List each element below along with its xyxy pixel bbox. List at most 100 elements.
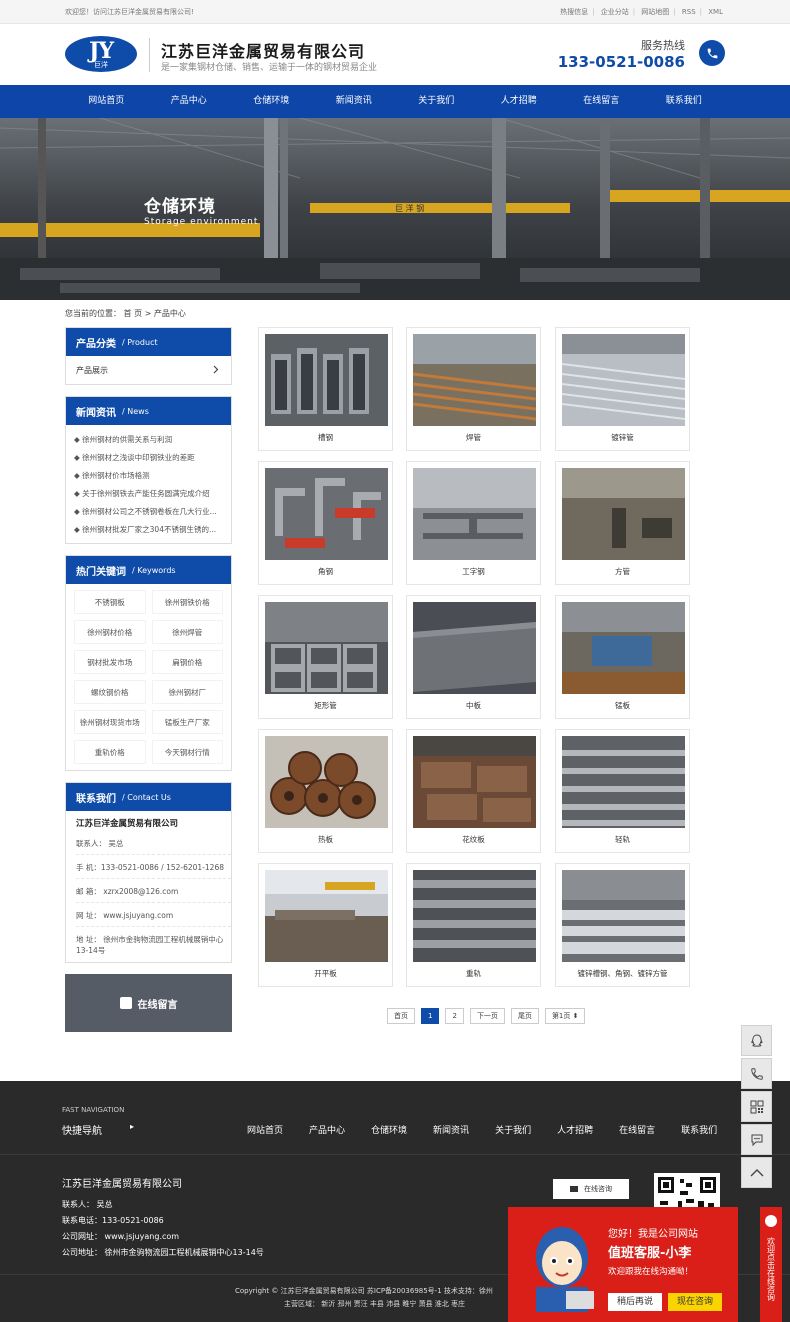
footer-nav-warehouse[interactable]: 仓储环境 [371, 1123, 407, 1136]
keyword-link[interactable]: 徐州钢材现货市场 [74, 710, 146, 734]
phone-icon[interactable] [699, 40, 725, 66]
product-card[interactable]: 重轨 [406, 863, 541, 987]
keywords-title: 热门关键词 [76, 566, 126, 578]
news-item[interactable]: ◆ 徐州钢材批发厂家之304不锈钢生锈的... [74, 521, 231, 539]
contact-box: 联系我们 / Contact Us 江苏巨洋金属贸易有限公司 联系人： 吴总 手… [65, 782, 232, 963]
keyword-link[interactable]: 扁钢价格 [151, 650, 223, 674]
product-card[interactable]: 花纹板 [406, 729, 541, 853]
qq-icon[interactable] [741, 1025, 772, 1056]
keyword-link[interactable]: 徐州焊管 [151, 620, 223, 644]
product-name: 锰板 [615, 701, 630, 710]
product-name: 角钢 [318, 567, 333, 576]
chat-later-button[interactable]: 稍后再说 [608, 1293, 662, 1311]
footer-address: 公司地址： 徐州市金驹物流园工程机械展销中心13-14号 [62, 1248, 264, 1257]
pager-page-2[interactable]: 2 [445, 1008, 464, 1024]
footer-nav-about[interactable]: 关于我们 [495, 1123, 531, 1136]
product-name: 矩形管 [314, 701, 337, 710]
product-name: 重轨 [466, 969, 481, 978]
message-bubble-icon[interactable] [741, 1124, 772, 1155]
top-link-rss[interactable]: RSS [682, 8, 696, 16]
nav-message[interactable]: 在线留言 [560, 85, 643, 118]
chat-icon [765, 1215, 777, 1227]
top-link-xml[interactable]: XML [708, 8, 723, 16]
footer-nav-news[interactable]: 新闻资讯 [433, 1123, 469, 1136]
keyword-link[interactable]: 今天钢材行情 [151, 740, 223, 764]
nav-products[interactable]: 产品中心 [148, 85, 231, 118]
product-card[interactable]: 方管 [555, 461, 690, 585]
nav-warehouse[interactable]: 仓储环境 [230, 85, 313, 118]
keyword-link[interactable]: 锰板生产厂家 [151, 710, 223, 734]
product-card[interactable]: 工字钢 [406, 461, 541, 585]
pager-first[interactable]: 首页 [387, 1008, 415, 1024]
news-item[interactable]: ◆ 徐州钢材价市场格测 [74, 467, 231, 485]
nav-jobs[interactable]: 人才招聘 [478, 85, 561, 118]
footer-consult-button[interactable]: 在线咨询 [553, 1179, 629, 1199]
keyword-link[interactable]: 螺纹钢价格 [74, 680, 146, 704]
footer-consult-label: 在线咨询 [584, 1185, 612, 1193]
pager-select[interactable]: 第1页 ⬍ [544, 1008, 586, 1024]
nav-home[interactable]: 网站首页 [65, 85, 148, 118]
footer-company: 江苏巨洋金属贸易有限公司 [62, 1179, 182, 1190]
product-card[interactable]: 焊管 [406, 327, 541, 451]
news-item[interactable]: ◆ 徐州钢材公司之不锈钢卷板在几大行业... [74, 503, 231, 521]
keyword-link[interactable]: 徐州钢材价格 [74, 620, 146, 644]
product-card[interactable]: 锰板 [555, 595, 690, 719]
product-name: 镀锌槽钢、角钢、镀锌方管 [577, 969, 668, 978]
keyword-link[interactable]: 不锈钢板 [74, 590, 146, 614]
product-card[interactable]: 角钢 [258, 461, 393, 585]
keywords-grid: 不锈钢板 徐州钢铁价格 徐州钢材价格 徐州焊管 钢材批发市场 扁钢价格 螺纹钢价… [66, 584, 231, 770]
top-link-hot[interactable]: 热搜信息 [560, 8, 588, 16]
product-category-item[interactable]: 产品展示 [66, 356, 231, 384]
news-item[interactable]: ◆ 关于徐州钢铁去产能任务圆满完成介绍 [74, 485, 231, 503]
footer-phone: 联系电话：133-0521-0086 [62, 1216, 164, 1225]
product-card[interactable]: 镀锌管 [555, 327, 690, 451]
chat-welcome: 欢迎跟我在线沟通呦！ [608, 1267, 694, 1277]
leveled-plate-image [265, 870, 388, 962]
footer-nav-contact[interactable]: 联系我们 [681, 1123, 717, 1136]
pager-last[interactable]: 尾页 [510, 1008, 539, 1024]
footer-nav-home[interactable]: 网站首页 [247, 1123, 283, 1136]
footer-nav-jobs[interactable]: 人才招聘 [557, 1123, 593, 1136]
galvanized-sections-image [562, 870, 685, 962]
news-item[interactable]: ◆ 徐州钢材的供需关系与利润 [74, 431, 231, 449]
online-message-banner[interactable]: 在线留言 [65, 974, 232, 1032]
logo-sub: 巨洋 [94, 61, 108, 69]
pager-page-1[interactable]: 1 [421, 1008, 440, 1024]
product-card[interactable]: 矩形管 [258, 595, 393, 719]
footer-nav-products[interactable]: 产品中心 [309, 1123, 345, 1136]
product-card[interactable]: 轻轨 [555, 729, 690, 853]
hot-coil-image [265, 736, 388, 828]
contact-mobile: 手 机：133-0521-0086 / 152-6201-1268 [76, 855, 231, 879]
chat-side-tab[interactable]: 欢迎点击在线咨询 [760, 1207, 782, 1322]
keyword-link[interactable]: 徐州钢铁价格 [151, 590, 223, 614]
phone-icon[interactable] [741, 1058, 772, 1089]
news-item[interactable]: ◆ 徐州钢材之浅谈中印钢铁业的差距 [74, 449, 231, 467]
product-category-box: 产品分类 / Product 产品展示 [65, 327, 232, 385]
top-link-substation[interactable]: 企业分站 [601, 8, 629, 16]
keyword-link[interactable]: 重轨价格 [74, 740, 146, 764]
product-name: 花纹板 [462, 835, 485, 844]
keyword-link[interactable]: 徐州钢材厂 [151, 680, 223, 704]
nav-contact[interactable]: 联系我们 [643, 85, 726, 118]
breadcrumb-home[interactable]: 首 页 [124, 309, 143, 318]
footer-nav-message[interactable]: 在线留言 [619, 1123, 655, 1136]
floating-toolbar [741, 1025, 772, 1190]
pager-next[interactable]: 下一页 [469, 1008, 505, 1024]
nav-about[interactable]: 关于我们 [395, 85, 478, 118]
product-card[interactable]: 中板 [406, 595, 541, 719]
qr-code-icon[interactable] [741, 1091, 772, 1122]
channel-steel-image [265, 334, 388, 426]
product-card[interactable]: 镀锌槽钢、角钢、镀锌方管 [555, 863, 690, 987]
company-logo[interactable]: JY 巨洋 [65, 36, 137, 72]
product-name: 槽钢 [318, 433, 333, 442]
product-card[interactable]: 热板 [258, 729, 393, 853]
product-card[interactable]: 开平板 [258, 863, 393, 987]
nav-news[interactable]: 新闻资讯 [313, 85, 396, 118]
back-to-top-icon[interactable] [741, 1157, 772, 1188]
keyword-link[interactable]: 钢材批发市场 [74, 650, 146, 674]
footer-contact: 联系人： 吴总 [62, 1200, 113, 1209]
product-name: 方管 [615, 567, 630, 576]
top-link-sitemap[interactable]: 网站地图 [641, 8, 669, 16]
product-card[interactable]: 槽钢 [258, 327, 393, 451]
chat-now-button[interactable]: 现在咨询 [668, 1293, 722, 1311]
